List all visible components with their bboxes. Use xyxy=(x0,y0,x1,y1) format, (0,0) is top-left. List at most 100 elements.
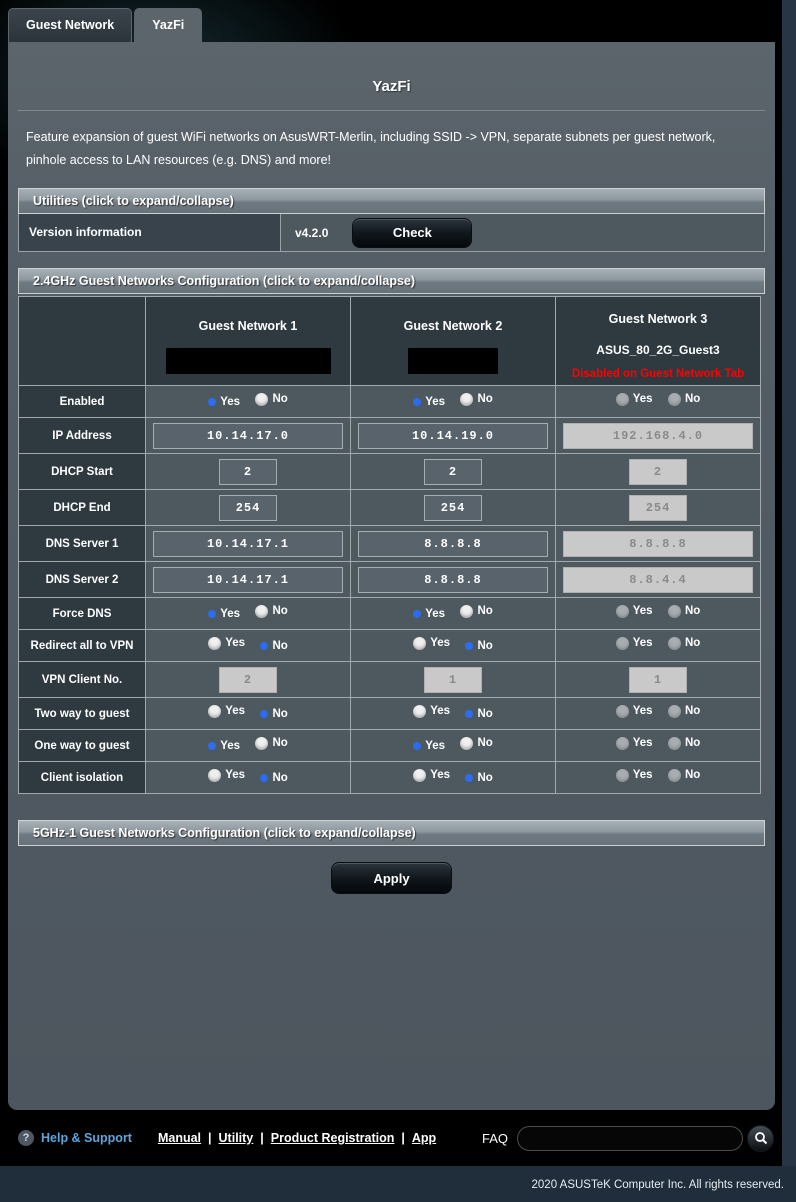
two-way-gn1-yes-radio[interactable] xyxy=(208,704,222,718)
guest-network-3-header: Guest Network 3 ASUS_80_2G_Guest3 Disabl… xyxy=(555,296,761,387)
enabled-gn2-no-radio[interactable] xyxy=(460,392,474,406)
dhcp-start-gn1-input[interactable] xyxy=(219,458,277,485)
no-label: No xyxy=(477,639,493,652)
dhcp-end-gn2-input[interactable] xyxy=(424,494,482,521)
client-isolation-gn3-no-radio xyxy=(667,768,681,782)
force-dns-gn2-yes-radio[interactable] xyxy=(413,609,422,618)
one-way-gn2-yes-radio[interactable] xyxy=(413,741,422,750)
guest-network-1-header: Guest Network 1 xyxy=(145,296,351,387)
one-way-gn2-no-radio[interactable] xyxy=(460,736,474,750)
vpn-client-gn2-input xyxy=(424,666,482,693)
config-5ghz-section-header[interactable]: 5GHz-1 Guest Networks Configuration (cli… xyxy=(18,820,765,847)
vpn-client-gn1-input xyxy=(219,666,277,693)
ssid-redacted-box xyxy=(165,348,331,375)
utility-link[interactable]: Utility xyxy=(219,1131,254,1145)
row-ip-address: IP Address xyxy=(18,417,761,455)
no-label: No xyxy=(272,737,288,750)
no-label: No xyxy=(684,769,701,782)
dhcp-start-gn2-input[interactable] xyxy=(424,458,482,485)
faq-search-input[interactable] xyxy=(517,1125,743,1151)
dns1-gn1-input[interactable] xyxy=(153,530,343,557)
yes-label: Yes xyxy=(225,769,246,782)
two-way-gn2-no-radio[interactable] xyxy=(465,709,474,718)
footer-bar: ? Help & Support Manual | Utility | Product … xyxy=(0,1110,782,1166)
tab-yazfi[interactable]: YazFi xyxy=(134,8,203,42)
product-registration-link[interactable]: Product Registration xyxy=(271,1131,395,1145)
force-dns-gn2-no-radio[interactable] xyxy=(460,604,474,618)
client-isolation-gn2-yes-radio[interactable] xyxy=(413,768,427,782)
check-button[interactable]: Check xyxy=(352,217,473,248)
one-way-gn1-no-radio[interactable] xyxy=(255,736,269,750)
client-isolation-gn2-no-radio[interactable] xyxy=(465,773,474,782)
dns1-gn2-input[interactable] xyxy=(358,530,548,557)
yes-label: Yes xyxy=(425,395,446,408)
tab-guest-network[interactable]: Guest Network xyxy=(8,8,133,42)
guest-network-2-header: Guest Network 2 xyxy=(350,296,556,387)
redirect-vpn-gn1-no-radio[interactable] xyxy=(260,641,269,650)
dns2-gn2-input[interactable] xyxy=(358,566,548,593)
client-isolation-gn1-yes-radio[interactable] xyxy=(208,768,222,782)
ip-address-gn1-input[interactable] xyxy=(153,422,343,449)
force-dns-gn1-yes-radio[interactable] xyxy=(208,609,217,618)
enabled-gn2-yes-radio[interactable] xyxy=(413,397,422,406)
version-value-cell: v4.2.0 Check xyxy=(281,214,764,252)
no-label: No xyxy=(272,393,288,406)
no-label: No xyxy=(684,705,701,718)
corner-cell xyxy=(18,296,146,387)
redirect-vpn-gn2-no-radio[interactable] xyxy=(465,641,474,650)
help-support-link[interactable]: ? Help & Support xyxy=(18,1130,132,1146)
row-label: IP Address xyxy=(18,417,146,455)
version-label: Version information xyxy=(19,214,281,252)
row-two-way: Two way to guest Yes No Yes No Yes No xyxy=(18,697,761,731)
row-dhcp-start: DHCP Start xyxy=(18,453,761,491)
config-24ghz-section-header[interactable]: 2.4GHz Guest Networks Configuration (cli… xyxy=(18,268,765,295)
main-panel: YazFi Feature expansion of guest WiFi ne… xyxy=(8,42,775,1110)
row-redirect-vpn: Redirect all to VPN Yes No Yes No Yes No xyxy=(18,629,761,663)
no-label: No xyxy=(272,707,288,720)
client-isolation-gn1-no-radio[interactable] xyxy=(260,773,269,782)
enabled-gn1-yes-radio[interactable] xyxy=(208,397,217,406)
row-one-way: One way to guest Yes No Yes No Yes No xyxy=(18,729,761,763)
row-dns-server-2: DNS Server 2 xyxy=(18,561,761,599)
enabled-gn1-no-radio[interactable] xyxy=(255,392,269,406)
row-label: Force DNS xyxy=(18,597,146,631)
faq-label: FAQ xyxy=(481,1130,508,1146)
row-force-dns: Force DNS Yes No Yes No Yes No xyxy=(18,597,761,631)
ip-address-gn2-input[interactable] xyxy=(358,422,548,449)
row-label: One way to guest xyxy=(18,729,146,763)
dns1-gn3-input xyxy=(563,530,753,557)
app-link[interactable]: App xyxy=(412,1131,436,1145)
no-label: No xyxy=(477,737,493,750)
one-way-gn1-yes-radio[interactable] xyxy=(208,741,217,750)
yes-label: Yes xyxy=(430,637,451,650)
apply-button[interactable]: Apply xyxy=(331,862,452,895)
row-label: DNS Server 2 xyxy=(18,561,146,599)
link-separator: | xyxy=(208,1131,212,1145)
row-enabled: Enabled Yes No Yes No Yes No xyxy=(18,385,761,419)
utilities-section-header[interactable]: Utilities (click to expand/collapse) xyxy=(18,188,765,215)
row-label: DHCP End xyxy=(18,489,146,527)
redirect-vpn-gn1-yes-radio[interactable] xyxy=(208,636,222,650)
search-icon xyxy=(754,1132,767,1145)
no-label: No xyxy=(477,707,493,720)
two-way-gn3-yes-radio xyxy=(615,704,629,718)
one-way-gn3-yes-radio xyxy=(615,736,629,750)
copyright-bar: 2020 ASUSTeK Computer Inc. All rights re… xyxy=(0,1166,796,1202)
force-dns-gn1-no-radio[interactable] xyxy=(255,604,269,618)
manual-link[interactable]: Manual xyxy=(158,1131,201,1145)
redirect-vpn-gn3-yes-radio xyxy=(615,636,629,650)
dns2-gn1-input[interactable] xyxy=(153,566,343,593)
two-way-gn1-no-radio[interactable] xyxy=(260,709,269,718)
config-24ghz-table: Guest Network 1 Guest Network 2 Guest Ne… xyxy=(18,296,761,795)
row-label: Client isolation xyxy=(18,761,146,795)
guest-network-1-title: Guest Network 1 xyxy=(198,319,298,334)
redirect-vpn-gn2-yes-radio[interactable] xyxy=(413,636,427,650)
version-row: Version information v4.2.0 Check xyxy=(18,214,765,253)
two-way-gn2-yes-radio[interactable] xyxy=(413,704,427,718)
yes-label: Yes xyxy=(425,607,446,620)
force-dns-gn3-no-radio xyxy=(667,604,681,618)
background-right-strip xyxy=(782,0,796,1202)
faq-search-button[interactable] xyxy=(747,1124,774,1152)
dhcp-end-gn1-input[interactable] xyxy=(219,494,277,521)
yes-label: Yes xyxy=(632,605,653,618)
